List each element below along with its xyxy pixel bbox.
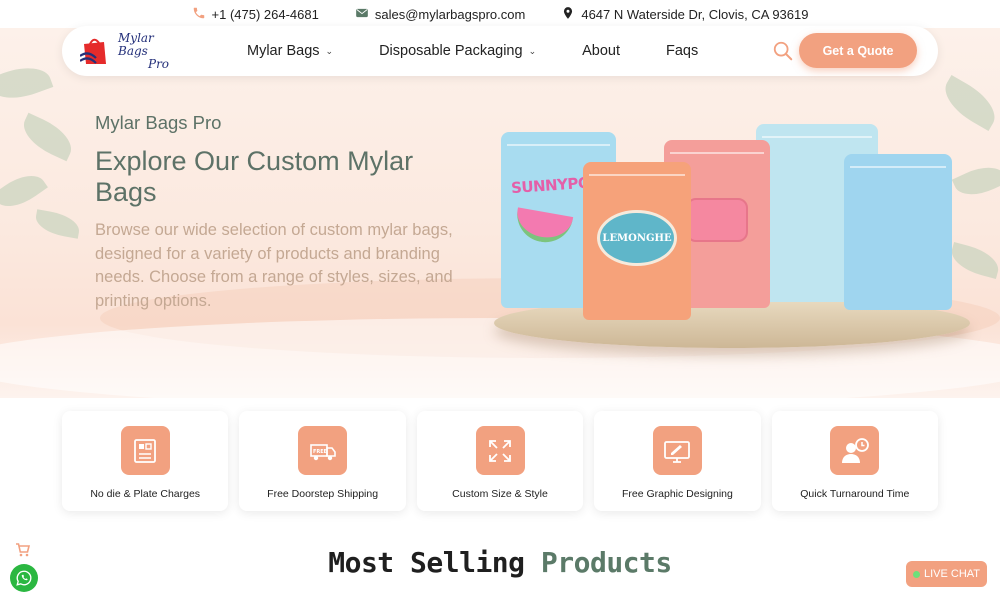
leaf-decoration	[936, 75, 1000, 131]
mylar-bag-orange-lemonghe: LEMONGHE	[583, 162, 691, 320]
nav-menu: Mylar Bags ⌄ Disposable Packaging ⌄ Abou…	[247, 26, 744, 76]
section-title-main: Most Selling	[328, 546, 525, 579]
hero-title: Explore Our Custom Mylar Bags	[95, 146, 414, 207]
logo-bag-icon	[79, 36, 116, 66]
bag-badge: LEMONGHE	[597, 210, 677, 266]
nav-item-about[interactable]: About	[582, 43, 620, 59]
logo-text-line2: Pro	[148, 56, 170, 71]
phone-number: +1 (475) 264-4681	[211, 6, 319, 22]
chevron-down-icon: ⌄	[528, 45, 537, 56]
brand-logo[interactable]: Mylar Bags Pro	[79, 30, 180, 71]
feature-cards: No die & Plate Charges FREE Free Doorste…	[62, 411, 939, 511]
phone-contact[interactable]: +1 (475) 264-4681	[192, 6, 319, 23]
feature-label: No die & Plate Charges	[90, 488, 201, 500]
mylar-bag-blue-small	[844, 154, 952, 310]
online-status-icon	[912, 570, 920, 578]
leaf-decoration	[951, 158, 1000, 204]
svg-text:FREE: FREE	[313, 449, 328, 455]
email-address: sales@mylarbagspro.com	[374, 6, 526, 22]
cart-icon[interactable]	[15, 542, 31, 558]
feature-label: Custom Size & Style	[452, 488, 548, 500]
section-title: Most Selling Products	[0, 546, 1000, 579]
design-monitor-icon	[652, 426, 702, 475]
hero-description: Browse our wide selection of custom myla…	[95, 221, 453, 310]
address-text: 4647 N Waterside Dr, Clovis, CA 93619	[581, 6, 809, 22]
live-chat-label: LIVE CHAT	[923, 568, 981, 580]
nav-item-label: About	[582, 43, 621, 59]
leaf-decoration	[16, 112, 79, 162]
hero-eyebrow: Mylar Bags Pro	[95, 112, 222, 133]
leaf-decoration	[947, 241, 1000, 280]
feature-card-free-shipping: FREE Free Doorstep Shipping	[239, 411, 406, 511]
email-icon	[355, 6, 369, 23]
top-contact-bar: +1 (475) 264-4681 sales@mylarbagspro.com…	[0, 0, 1000, 28]
feature-label: Free Graphic Designing	[621, 488, 733, 500]
leaf-decoration	[0, 58, 54, 108]
resize-arrows-icon	[475, 426, 525, 475]
location-pin-icon	[561, 6, 575, 23]
live-chat-button[interactable]: LIVE CHAT	[906, 561, 987, 587]
phone-icon	[192, 6, 206, 23]
plate-icon	[120, 426, 170, 475]
feature-label: Free Doorstep Shipping	[267, 488, 379, 500]
nav-item-label: Disposable Packaging	[379, 43, 523, 59]
nav-item-mylar-bags[interactable]: Mylar Bags ⌄	[247, 43, 333, 59]
nav-item-label: Mylar Bags	[247, 43, 320, 59]
email-contact[interactable]: sales@mylarbagspro.com	[355, 6, 525, 23]
feature-card-custom-size: Custom Size & Style	[416, 411, 584, 511]
chevron-down-icon: ⌄	[325, 45, 334, 56]
whatsapp-icon[interactable]	[10, 564, 38, 592]
nav-item-faqs[interactable]: Faqs	[666, 43, 698, 59]
watermelon-graphic	[512, 207, 574, 247]
address-contact[interactable]: 4647 N Waterside Dr, Clovis, CA 93619	[561, 6, 808, 23]
user-clock-icon	[830, 426, 880, 475]
leaf-decoration	[0, 166, 48, 216]
get-a-quote-button[interactable]: Get a Quote	[799, 33, 917, 68]
feature-card-graphic-design: Free Graphic Designing	[594, 411, 761, 511]
free-truck-icon: FREE	[298, 426, 348, 475]
nav-item-disposable-packaging[interactable]: Disposable Packaging ⌄	[379, 43, 536, 59]
main-navigation: Mylar Bags Pro Mylar Bags ⌄ Disposable P…	[62, 26, 938, 76]
bag-label: LEMONGHE	[602, 232, 672, 244]
feature-label: Quick Turnaround Time	[800, 488, 910, 500]
search-icon[interactable]	[772, 40, 794, 62]
bag-blank-label	[686, 198, 748, 242]
section-title-accent: Products	[540, 546, 672, 579]
feature-card-no-die: No die & Plate Charges	[62, 411, 229, 511]
logo-text-line1: Mylar Bags	[118, 30, 154, 58]
leaf-decoration	[33, 209, 82, 239]
feature-card-quick-turnaround: Quick Turnaround Time	[771, 411, 939, 511]
nav-item-label: Faqs	[666, 43, 699, 59]
